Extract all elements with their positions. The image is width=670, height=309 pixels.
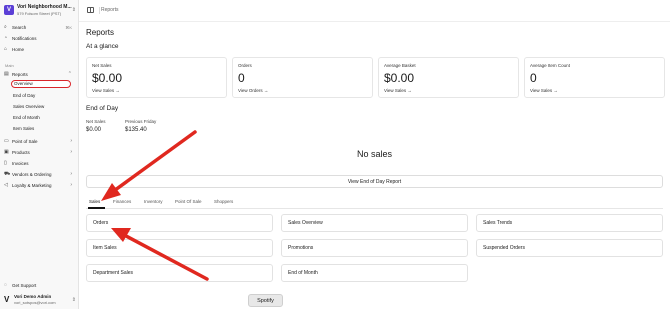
report-card-promotions[interactable]: Promotions	[281, 239, 468, 257]
view-sales-link[interactable]: View Sales →	[384, 88, 412, 93]
kpi-card-orders: Orders 0 View Orders →	[232, 57, 373, 98]
chevron-right-icon: ›	[70, 138, 72, 144]
user-name: Vori Demo Admin	[14, 294, 52, 299]
eod-previous-label: Previous Friday	[125, 119, 157, 124]
kpi-label: Orders	[238, 63, 252, 68]
sidebar-item-label: Products	[12, 150, 30, 155]
kpi-label: Average Item Count	[530, 63, 570, 68]
kpi-card-average-basket: Average Basket $0.00 View Sales →	[378, 57, 519, 98]
kpi-value: $0.00	[384, 71, 415, 85]
register-icon: ▭	[4, 138, 9, 144]
sidebar-sub-end-of-month[interactable]: End of Month	[13, 114, 71, 122]
sidebar-item-label: Search	[12, 25, 27, 30]
truck-icon: ⛟	[4, 171, 11, 177]
sidebar-section-label: Main	[5, 63, 14, 68]
shortcut-hint: ⌘K	[65, 25, 72, 30]
help-icon: ◌	[4, 282, 7, 288]
spotify-button[interactable]: Spotify	[248, 294, 283, 307]
report-card-department-sales[interactable]: Department Sales	[86, 264, 273, 282]
chevron-up-icon: ⌃	[67, 71, 72, 77]
chevron-right-icon: ›	[70, 171, 72, 177]
megaphone-icon: ◁	[4, 182, 8, 188]
chevron-right-icon: ›	[70, 149, 72, 155]
arrow-to-sales-tab	[101, 130, 197, 201]
search-icon: ⌕	[4, 24, 7, 30]
sidebar-item-products[interactable]: ▣ Products ›	[4, 148, 74, 157]
sidebar-item-label: Vendors & Ordering	[12, 172, 52, 177]
active-tab-indicator	[88, 207, 105, 209]
eod-net-sales-label: Net Sales	[86, 119, 106, 124]
sidebar-item-invoices[interactable]: ▯ Invoices	[4, 159, 74, 168]
user-menu[interactable]: V Vori Demo Admin vori_sotspos@vori.com …	[4, 294, 76, 306]
eod-net-sales-value: $0.00	[86, 127, 102, 133]
report-card-sales-overview[interactable]: Sales Overview	[281, 214, 468, 232]
store-address: 579 Folsom Street (PST)	[17, 11, 62, 16]
box-icon: ▣	[4, 149, 9, 155]
sidebar-sub-end-of-day[interactable]: End of Day	[13, 92, 71, 100]
kpi-label: Average Basket	[384, 63, 416, 68]
view-sales-link[interactable]: View Sales →	[92, 88, 120, 93]
sidebar-item-label: Reports	[12, 72, 28, 77]
bell-icon: ◔	[4, 35, 8, 41]
report-card-item-sales[interactable]: Item Sales	[86, 239, 273, 257]
kpi-label: Net Sales	[92, 63, 112, 68]
report-card-suspended-orders[interactable]: Suspended Orders	[476, 239, 663, 257]
store-logo: V	[4, 5, 14, 15]
tab-inventory[interactable]: Inventory	[144, 199, 163, 204]
sidebar-item-point-of-sale[interactable]: ▭ Point of Sale ›	[4, 137, 74, 146]
sidebar-item-label: Get Support	[12, 283, 37, 288]
no-sales-message: No sales	[357, 149, 393, 159]
report-card-orders[interactable]: Orders	[86, 214, 273, 232]
view-end-of-day-report-button[interactable]: View End of Day Report	[86, 175, 663, 188]
view-orders-link[interactable]: View Orders →	[238, 88, 268, 93]
chevron-right-icon: ›	[70, 182, 72, 188]
tab-sales[interactable]: Sales	[89, 199, 100, 204]
kpi-card-net-sales: Net Sales $0.00 View Sales →	[86, 57, 227, 98]
user-logo: V	[4, 295, 10, 304]
report-tabs: Sales Finances Inventory Point Of Sale S…	[86, 196, 663, 209]
sidebar-item-label: Invoices	[12, 161, 29, 166]
chart-icon: ▤	[4, 71, 9, 77]
sidebar-item-loyalty[interactable]: ◁ Loyalty & Marketing ›	[4, 181, 74, 190]
sidebar: V Vori Neighborhood M... 579 Folsom Stre…	[0, 0, 79, 309]
report-card-sales-trends[interactable]: Sales Trends	[476, 214, 663, 232]
eod-previous-value: $135.40	[125, 127, 147, 133]
home-icon: ⌂	[4, 46, 8, 52]
sidebar-sub-sales-overview[interactable]: Sales Overview	[13, 103, 71, 111]
sidebar-sub-item-sales[interactable]: Item Sales	[13, 125, 71, 133]
sidebar-item-label: Home	[12, 47, 25, 52]
divider	[99, 7, 100, 14]
kpi-value: $0.00	[92, 71, 123, 85]
kpi-value: 0	[238, 71, 245, 85]
report-card-end-of-month[interactable]: End of Month	[281, 264, 468, 282]
tab-shoppers[interactable]: Shoppers	[214, 199, 233, 204]
breadcrumb: Reports	[101, 7, 119, 13]
sidebar-sub-overview[interactable]: Overview	[11, 80, 71, 88]
store-switcher[interactable]: V Vori Neighborhood M... 579 Folsom Stre…	[4, 4, 76, 18]
sidebar-item-vendors[interactable]: ⛟ Vendors & Ordering ›	[4, 170, 74, 179]
end-of-day-heading: End of Day	[86, 105, 119, 112]
kpi-value: 0	[530, 71, 537, 85]
glance-heading: At a glance	[86, 43, 119, 50]
sidebar-item-label: Notifications	[12, 36, 37, 41]
store-name: Vori Neighborhood M...	[17, 4, 72, 10]
sidebar-item-label: Loyalty & Marketing	[12, 183, 52, 188]
sidebar-item-home[interactable]: ⌂ Home	[4, 45, 74, 54]
chevron-up-down-icon: ⇕	[71, 7, 76, 13]
top-bar: Reports	[79, 0, 670, 22]
sidebar-item-search[interactable]: ⌕ Search ⌘K	[4, 23, 74, 32]
tab-finances[interactable]: Finances	[113, 199, 131, 204]
user-email: vori_sotspos@vori.com	[14, 300, 56, 305]
chevron-up-down-icon: ⇕	[71, 297, 76, 303]
sidebar-toggle-icon[interactable]	[87, 7, 94, 13]
page-title: Reports	[86, 28, 115, 37]
sidebar-item-notifications[interactable]: ◔ Notifications	[4, 34, 74, 43]
sidebar-item-get-support[interactable]: ◌ Get Support	[4, 281, 74, 290]
tab-point-of-sale[interactable]: Point Of Sale	[175, 199, 202, 204]
invoice-icon: ▯	[4, 160, 7, 166]
sidebar-item-reports[interactable]: ▤ Reports ⌃	[4, 70, 74, 79]
view-sales-link[interactable]: View Sales →	[530, 88, 558, 93]
sidebar-item-label: Point of Sale	[12, 139, 38, 144]
kpi-card-average-item-count: Average Item Count 0 View Sales →	[524, 57, 665, 98]
